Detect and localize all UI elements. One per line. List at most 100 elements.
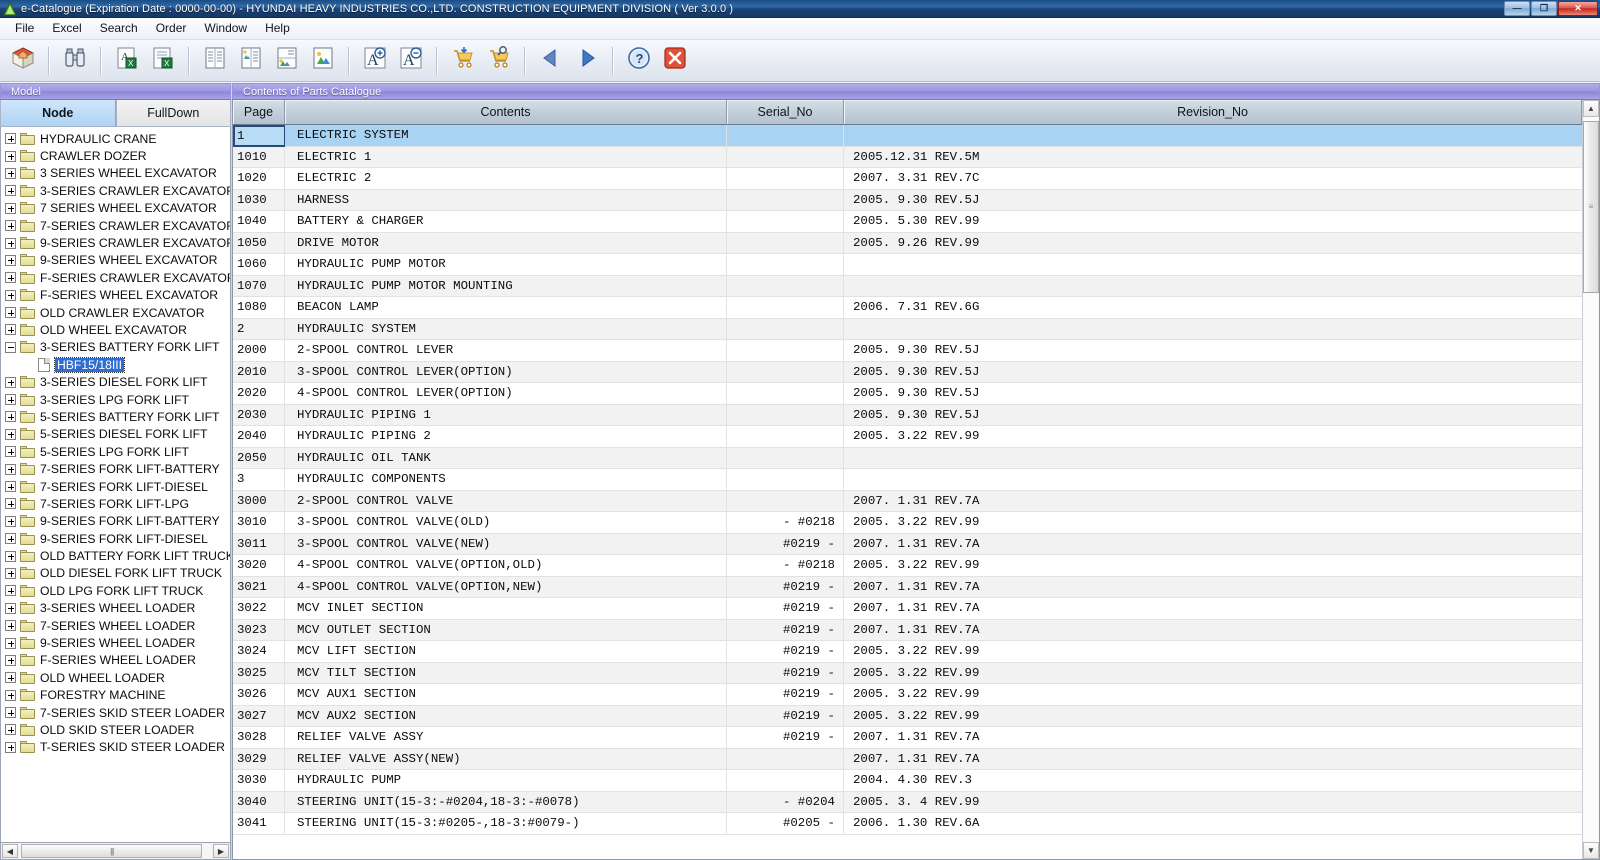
tree-node[interactable]: 7-SERIES FORK LIFT-DIESEL [1, 478, 230, 495]
view-cart-button[interactable] [482, 44, 516, 78]
help-button[interactable]: ? [622, 44, 656, 78]
tree-node[interactable]: 7 SERIES WHEEL EXCAVATOR [1, 200, 230, 217]
table-row[interactable]: 3025 MCV TILT SECTION #0219 -2005. 3.22 RE… [233, 662, 1582, 684]
tree-node[interactable]: OLD DIESEL FORK LIFT TRUCK [1, 565, 230, 582]
table-row[interactable]: 1020 ELECTRIC 2 2007. 3.31 REV.7C [233, 168, 1582, 190]
tree-expand-icon[interactable] [5, 150, 16, 162]
tree-expand-icon[interactable] [5, 654, 16, 666]
table-row[interactable]: 3 HYDRAULIC COMPONENTS [233, 469, 1582, 491]
scroll-down-arrow-icon[interactable]: ▼ [1583, 842, 1599, 859]
column-header-contents[interactable]: Contents [285, 100, 727, 124]
table-row[interactable]: 1030 HARNESS 2005. 9.30 REV.5J [233, 189, 1582, 211]
excel-export-a-button[interactable]: A X [110, 44, 144, 78]
tree-expand-icon[interactable] [5, 707, 16, 719]
tree-node[interactable]: 9-SERIES WHEEL EXCAVATOR [1, 252, 230, 269]
table-row[interactable]: 3020 4-SPOOL CONTROL VALVE(OPTION,OLD) - #… [233, 555, 1582, 577]
tree-expand-icon[interactable] [5, 254, 16, 266]
maximize-button[interactable]: ❐ [1531, 1, 1557, 16]
tree-expand-icon[interactable] [5, 620, 16, 632]
tree-node[interactable]: 9-SERIES FORK LIFT-BATTERY [1, 513, 230, 530]
tree-node[interactable]: 3-SERIES LPG FORK LIFT [1, 391, 230, 408]
model-tree[interactable]: HYDRAULIC CRANE CRAWLER DOZER 3 SERIES WHE… [0, 127, 231, 843]
contents-vertical-scrollbar[interactable]: ▲ ≡ ▼ [1582, 100, 1599, 859]
table-row[interactable]: 2 HYDRAULIC SYSTEM [233, 318, 1582, 340]
tree-node[interactable]: T-SERIES SKID STEER LOADER [1, 739, 230, 756]
scroll-right-arrow-icon[interactable]: ▶ [213, 844, 229, 858]
vscroll-track[interactable]: ≡ [1583, 117, 1599, 842]
tree-expand-icon[interactable] [5, 481, 16, 492]
tree-expand-icon[interactable] [5, 550, 16, 562]
tree-expand-icon[interactable] [5, 741, 16, 753]
exit-button[interactable] [658, 44, 692, 78]
tree-node[interactable]: OLD BATTERY FORK LIFT TRUCK [1, 547, 230, 564]
tab-node[interactable]: Node [0, 100, 116, 127]
scroll-up-arrow-icon[interactable]: ▲ [1583, 100, 1599, 117]
table-row[interactable]: 2030 HYDRAULIC PIPING 1 2005. 9.30 REV.5J [233, 404, 1582, 426]
column-header-revision[interactable]: Revision_No [844, 100, 1582, 124]
tree-node[interactable]: 3 SERIES WHEEL EXCAVATOR [1, 165, 230, 182]
navigate-back-button[interactable] [534, 44, 568, 78]
table-row[interactable]: 3040 STEERING UNIT(15-3:-#0204,18-3:-#007… [233, 791, 1582, 813]
tree-hscroll-thumb[interactable]: ||| [21, 844, 203, 858]
tree-collapse-icon[interactable] [5, 341, 16, 353]
tree-node[interactable]: 9-SERIES FORK LIFT-DIESEL [1, 530, 230, 547]
tree-expand-icon[interactable] [5, 637, 16, 649]
table-row[interactable]: 3024 MCV LIFT SECTION #0219 -2005. 3.22 RE… [233, 641, 1582, 663]
tree-expand-icon[interactable] [5, 307, 16, 319]
table-row[interactable]: 3027 MCV AUX2 SECTION #0219 -2005. 3.22 RE… [233, 705, 1582, 727]
tree-expand-icon[interactable] [5, 394, 16, 406]
tree-node[interactable]: 3-SERIES DIESEL FORK LIFT [1, 373, 230, 390]
menu-search[interactable]: Search [91, 19, 147, 38]
tree-node[interactable]: OLD WHEEL LOADER [1, 669, 230, 686]
tree-expand-icon[interactable] [5, 724, 16, 736]
tree-node[interactable]: HBF15/18III [1, 356, 230, 373]
tree-node[interactable]: 7-SERIES CRAWLER EXCAVATOR [1, 217, 230, 234]
table-row[interactable]: 1040 BATTERY & CHARGER 2005. 5.30 REV.99 [233, 211, 1582, 233]
tree-node[interactable]: 3-SERIES BATTERY FORK LIFT [1, 339, 230, 356]
layout-single-button[interactable] [198, 44, 232, 78]
table-row[interactable]: 3026 MCV AUX1 SECTION #0219 -2005. 3.22 RE… [233, 684, 1582, 706]
font-decrease-button[interactable]: A [394, 44, 428, 78]
tree-node[interactable]: F-SERIES WHEEL LOADER [1, 652, 230, 669]
table-row[interactable]: 2020 4-SPOOL CONTROL LEVER(OPTION) 2005. 9… [233, 383, 1582, 405]
tree-node[interactable]: OLD SKID STEER LOADER [1, 721, 230, 738]
tree-expand-icon[interactable] [5, 428, 16, 440]
tree-expand-icon[interactable] [5, 237, 16, 249]
tree-expand-icon[interactable] [5, 446, 16, 458]
tree-expand-icon[interactable] [5, 133, 16, 145]
table-row[interactable]: 1050 DRIVE MOTOR 2005. 9.26 REV.99 [233, 232, 1582, 254]
table-row[interactable]: 2010 3-SPOOL CONTROL LEVER(OPTION) 2005. 9… [233, 361, 1582, 383]
tree-node[interactable]: 7-SERIES FORK LIFT-BATTERY [1, 460, 230, 477]
table-row[interactable]: 1070 HYDRAULIC PUMP MOTOR MOUNTING [233, 275, 1582, 297]
tree-expand-icon[interactable] [5, 289, 16, 301]
tree-node[interactable]: 7-SERIES FORK LIFT-LPG [1, 495, 230, 512]
tree-expand-icon[interactable] [5, 167, 16, 179]
table-row[interactable]: 1 ELECTRIC SYSTEM [233, 125, 1582, 147]
tree-node[interactable]: OLD WHEEL EXCAVATOR [1, 321, 230, 338]
column-header-page[interactable]: Page [233, 100, 285, 124]
table-row[interactable]: 3010 3-SPOOL CONTROL VALVE(OLD) - #0218 200… [233, 512, 1582, 534]
table-row[interactable]: 1060 HYDRAULIC PUMP MOTOR [233, 254, 1582, 276]
tree-expand-icon[interactable] [5, 585, 16, 597]
tree-node[interactable]: 5-SERIES LPG FORK LIFT [1, 443, 230, 460]
tree-node[interactable]: 7-SERIES WHEEL LOADER [1, 617, 230, 634]
menu-excel[interactable]: Excel [43, 19, 90, 38]
tree-expand-icon[interactable] [5, 533, 16, 545]
table-row[interactable]: 3000 2-SPOOL CONTROL VALVE 2007. 1.31 REV.… [233, 490, 1582, 512]
table-row[interactable]: 3028 RELIEF VALVE ASSY #0219 -2007. 1.31 R… [233, 727, 1582, 749]
tree-expand-icon[interactable] [5, 463, 16, 475]
tree-expand-icon[interactable] [5, 185, 16, 197]
tree-expand-icon[interactable] [5, 602, 16, 614]
tree-expand-icon[interactable] [5, 376, 16, 388]
minimize-button[interactable]: — [1504, 1, 1530, 16]
tree-node[interactable]: 3-SERIES CRAWLER EXCAVATOR [1, 182, 230, 199]
table-row[interactable]: 3023 MCV OUTLET SECTION #0219 -2007. 1.31 … [233, 619, 1582, 641]
table-row[interactable]: 3030 HYDRAULIC PUMP 2004. 4.30 REV.3 [233, 770, 1582, 792]
tree-expand-icon[interactable] [5, 324, 16, 336]
table-row[interactable]: 2050 HYDRAULIC OIL TANK [233, 447, 1582, 469]
layout-image-text-button[interactable] [270, 44, 304, 78]
scroll-left-arrow-icon[interactable]: ◀ [2, 844, 18, 858]
table-row[interactable]: 2000 2-SPOOL CONTROL LEVER 2005. 9.30 REV.… [233, 340, 1582, 362]
add-to-cart-button[interactable] [446, 44, 480, 78]
layout-image-only-button[interactable] [306, 44, 340, 78]
